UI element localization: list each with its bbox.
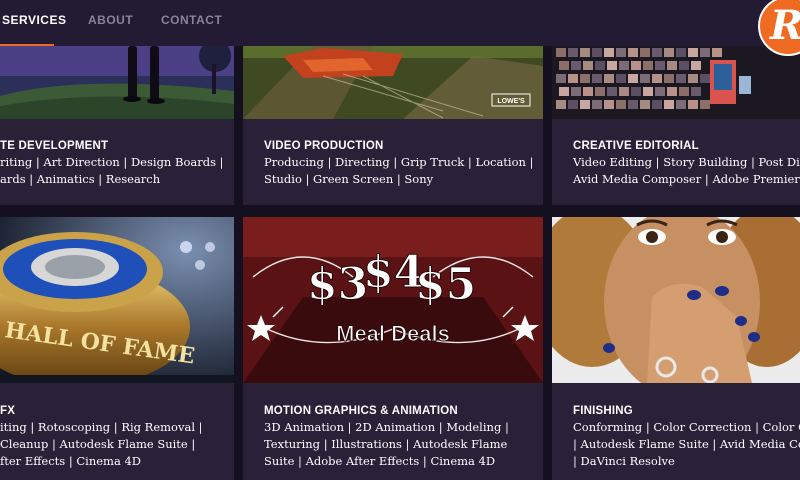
tile-desc-line: Cleanup | Autodesk Flame Suite | — [0, 437, 196, 451]
lowes-logo-text: LOWE'S — [497, 98, 525, 105]
tile-title: VIDEO PRODUCTION — [264, 140, 384, 152]
tile-title: FX — [0, 405, 16, 417]
tile-image — [0, 46, 234, 119]
tile-creative-editorial[interactable]: CREATIVE EDITORIAL Video Editing | Story… — [552, 46, 800, 205]
tile-title: TE DEVELOPMENT — [0, 140, 109, 152]
meal-deals-banner: Meal Deals — [336, 321, 450, 346]
tile-title: FINISHING — [573, 405, 633, 417]
price-5: $5 — [415, 259, 476, 310]
tile-image: HALL OF FAME — [0, 217, 234, 383]
tile-image — [552, 46, 800, 119]
tile-desc-line: ards | Animatics | Research — [0, 172, 161, 186]
nav-active-underline — [0, 44, 54, 46]
tile-desc-line: Avid Media Composer | Adobe Premier Pr — [573, 172, 800, 186]
tile-desc-line: Suite | Adobe After Effects | Cinema 4D — [264, 454, 496, 468]
tile-image — [552, 217, 800, 383]
tile-video-production[interactable]: LOWE'S VIDEO PRODUCTION Producing | Dire… — [243, 46, 543, 205]
tile-desc-line: Producing | Directing | Grip Truck | Loc… — [264, 155, 534, 169]
tile-desc-line: Conforming | Color Correction | Color Gr… — [573, 420, 800, 434]
tile-title: MOTION GRAPHICS & ANIMATION — [264, 405, 458, 417]
tile-desc-line: 3D Animation | 2D Animation | Modeling | — [264, 420, 509, 434]
tile-image: LOWE'S — [243, 46, 543, 119]
tile-desc-line: Video Editing | Story Building | Post Di… — [573, 155, 800, 169]
nav-contact[interactable]: CONTACT — [161, 13, 222, 27]
tile-desc-line: | Autodesk Flame Suite | Avid Media Comp — [573, 437, 800, 451]
tile-title: CREATIVE EDITORIAL — [573, 140, 699, 152]
tile-desc-line: Texturing | Illustrations | Autodesk Fla… — [264, 437, 508, 451]
tile-image: $3 $4 $5 Meal Deals — [243, 217, 543, 383]
tile-desc-line: Studio | Green Screen | Sony — [264, 172, 434, 186]
tile-desc-line: fter Effects | Cinema 4D — [0, 454, 141, 468]
logo-glyph: R — [770, 2, 800, 49]
nav-services[interactable]: SERVICES — [2, 13, 66, 27]
tile-finishing[interactable]: FINISHING Conforming | Color Correction … — [552, 217, 800, 480]
tile-desc-line: | DaVinci Resolve — [573, 454, 675, 468]
tile-motion-graphics[interactable]: $3 $4 $5 Meal Deals MOTION GRAPHICS & AN… — [243, 217, 543, 480]
top-nav: SERVICES ABOUT CONTACT — [0, 0, 800, 46]
tile-desc-line: iting | Rotoscoping | Rig Removal | — [0, 420, 203, 434]
price-3: $3 — [307, 259, 368, 310]
nav-about[interactable]: ABOUT — [88, 13, 133, 27]
tile-desc-line: riting | Art Direction | Design Boards | — [0, 155, 224, 169]
tile-vfx[interactable]: HALL OF FAME FX iting | Rotoscoping | Ri… — [0, 217, 234, 480]
tile-concept-development[interactable]: TE DEVELOPMENT riting | Art Direction | … — [0, 46, 234, 205]
